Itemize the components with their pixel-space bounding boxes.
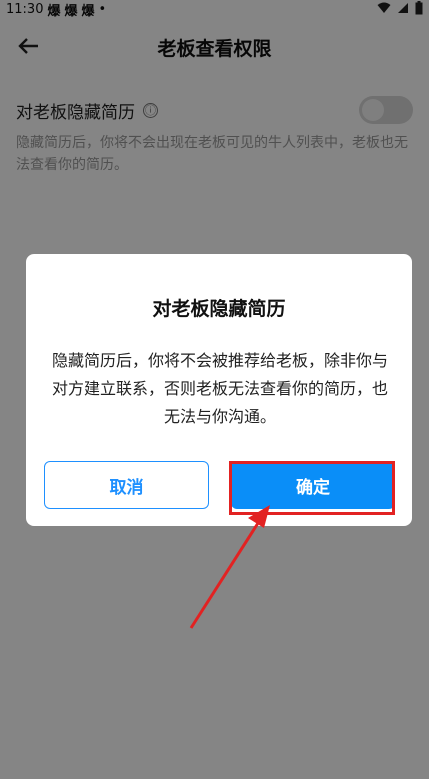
dialog-message: 隐藏简历后，你将不会被推荐给老板，除非你与对方建立联系，否则老板无法查看你的简历… bbox=[52, 351, 389, 426]
highlight-box bbox=[229, 461, 395, 515]
dialog-title: 对老板隐藏简历 bbox=[152, 298, 286, 320]
cancel-button[interactable]: 取消 bbox=[44, 461, 209, 509]
